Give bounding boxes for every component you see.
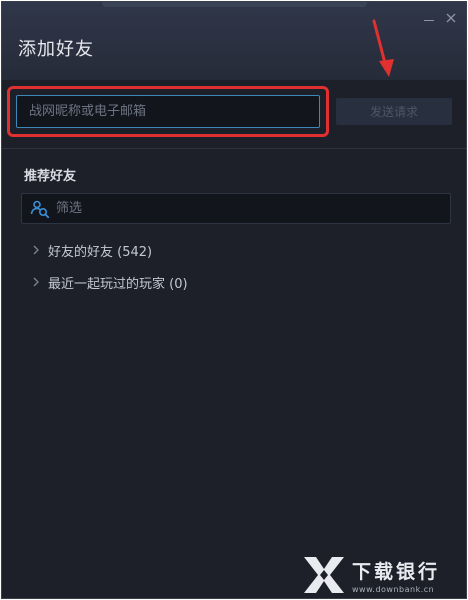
watermark-main: 下载银行 bbox=[352, 560, 441, 583]
close-glyph bbox=[446, 13, 456, 23]
watermark-text: 下载银行 www.downbank.cn bbox=[352, 557, 440, 594]
window-title: 添加好友 bbox=[18, 39, 94, 60]
group-friends-of-friends[interactable]: 好友的好友 (542) bbox=[32, 240, 152, 260]
section-divider bbox=[2, 148, 466, 149]
watermark: 下载银行 www.downbank.cn bbox=[302, 554, 462, 596]
close-icon[interactable] bbox=[443, 10, 459, 26]
user-search-icon bbox=[30, 200, 50, 219]
filter-input[interactable] bbox=[56, 194, 436, 223]
add-friend-window: 添加好友 发送请求 推荐好友 bbox=[1, 1, 467, 599]
chevron-right-icon bbox=[32, 240, 42, 260]
battletag-email-input[interactable] bbox=[16, 95, 320, 128]
send-request-button[interactable]: 发送请求 bbox=[336, 98, 452, 125]
recommended-friends-title: 推荐好友 bbox=[24, 169, 77, 184]
header-notch bbox=[102, 2, 367, 7]
group-recently-played[interactable]: 最近一起玩过的玩家 (0) bbox=[32, 272, 188, 292]
minimize-icon[interactable] bbox=[421, 10, 437, 26]
minimize-bar bbox=[424, 20, 434, 21]
filter-box[interactable] bbox=[21, 193, 451, 224]
watermark-sub: www.downbank.cn bbox=[352, 584, 435, 594]
chevron-right-icon bbox=[32, 272, 42, 292]
group-label: 好友的好友 (542) bbox=[48, 244, 153, 260]
arrow-down-annotation bbox=[372, 19, 394, 77]
group-label: 最近一起玩过的玩家 (0) bbox=[48, 276, 188, 292]
watermark-logo-icon bbox=[304, 557, 344, 593]
